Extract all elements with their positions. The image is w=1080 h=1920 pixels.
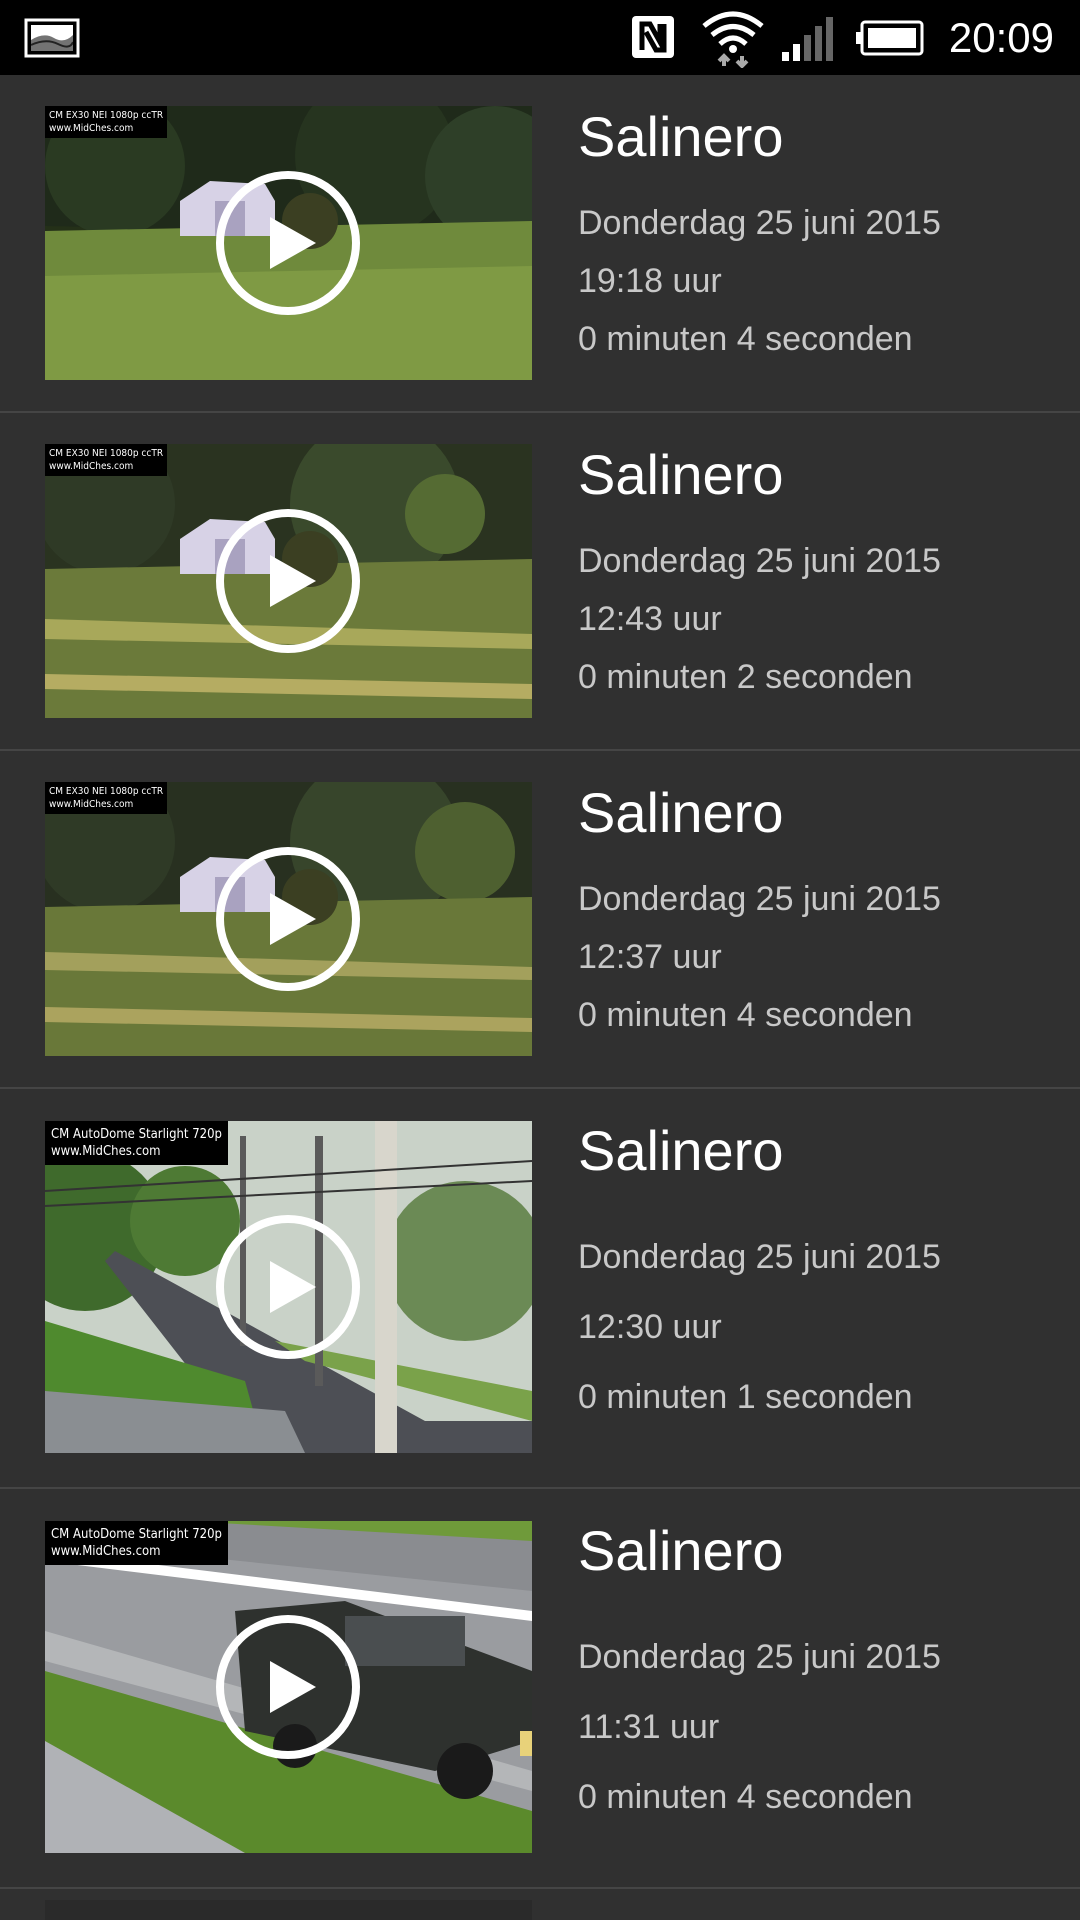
video-thumbnail[interactable]: CM AutoDome Starlight 720p www.MidChes.c… [45,1521,532,1853]
battery-icon [856,20,924,56]
item-date: Donderdag 25 juni 2015 [578,1238,941,1276]
item-title: Salinero [578,1519,784,1582]
camera-overlay-text: CM EX30 NEI 1080p ccTR www.MidChes.com [45,782,168,814]
item-date: Donderdag 25 juni 2015 [578,542,941,580]
status-bar: 20:09 [0,0,1080,75]
item-time: 12:43 uur [578,600,722,638]
camera-overlay-text: CM EX30 NEI 1080p ccTR www.MidChes.com [45,106,168,138]
list-item[interactable]: CM EX30 NEI 1080p ccTR www.MidChes.com S… [0,413,1080,751]
play-icon[interactable] [214,1613,362,1761]
nfc-icon [632,16,674,58]
video-thumbnail[interactable]: CM AutoDome Starlight 720p www.MidChes.c… [45,1121,532,1453]
item-date: Donderdag 25 juni 2015 [578,880,941,918]
item-duration: 0 minuten 1 seconden [578,1378,913,1416]
play-icon[interactable] [214,507,362,655]
item-time: 19:18 uur [578,262,722,300]
camera-overlay-text: CM EX30 NEI 1080p ccTR www.MidChes.com [45,444,168,476]
video-thumbnail[interactable]: CM EX30 NEI 1080p ccTR www.MidChes.com [45,106,532,380]
item-duration: 0 minuten 4 seconden [578,996,913,1034]
item-time: 11:31 uur [578,1708,720,1746]
video-list: CM EX30 NEI 1080p ccTR www.MidChes.com S… [0,75,1080,1889]
item-date: Donderdag 25 juni 2015 [578,1638,941,1676]
item-time: 12:37 uur [578,938,722,976]
play-icon[interactable] [214,169,362,317]
wifi-icon [702,11,764,68]
camera-overlay-text: CM AutoDome Starlight 720p www.MidChes.c… [45,1521,228,1565]
item-title: Salinero [578,781,784,844]
list-item[interactable]: CM EX30 NEI 1080p ccTR www.MidChes.com S… [0,751,1080,1089]
item-duration: 0 minuten 4 seconden [578,1778,913,1816]
item-title: Salinero [578,443,784,506]
video-thumbnail[interactable]: CM EX30 NEI 1080p ccTR www.MidChes.com [45,782,532,1056]
camera-overlay-text: CM AutoDome Starlight 720p www.MidChes.c… [45,1121,228,1165]
item-duration: 0 minuten 4 seconden [578,320,913,358]
clock: 20:09 [948,14,1054,61]
play-icon[interactable] [214,1213,362,1361]
list-item[interactable]: CM AutoDome Starlight 720p www.MidChes.c… [0,1089,1080,1489]
gallery-icon [24,18,80,58]
list-item[interactable]: CM AutoDome Starlight 720p www.MidChes.c… [0,1489,1080,1889]
play-icon[interactable] [214,845,362,993]
next-video-thumbnail-partial[interactable] [45,1900,532,1920]
item-title: Salinero [578,1119,784,1182]
cell-signal-icon [782,17,833,61]
item-duration: 0 minuten 2 seconden [578,658,913,696]
list-item[interactable]: CM EX30 NEI 1080p ccTR www.MidChes.com S… [0,75,1080,413]
item-date: Donderdag 25 juni 2015 [578,204,941,242]
item-title: Salinero [578,105,784,168]
item-time: 12:30 uur [578,1308,722,1346]
video-thumbnail[interactable]: CM EX30 NEI 1080p ccTR www.MidChes.com [45,444,532,718]
